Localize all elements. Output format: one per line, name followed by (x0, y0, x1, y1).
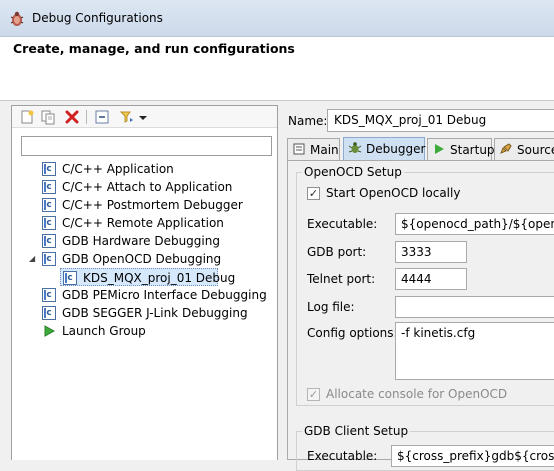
green-launch-icon (44, 325, 56, 337)
filter-input[interactable] (21, 136, 272, 156)
start-openocd-checkbox[interactable]: ✓ (307, 187, 320, 200)
c-config-icon: c (42, 252, 56, 266)
tree-item-kds-mqx-debug[interactable]: c KDS_MQX_proj_01 Debug (60, 268, 235, 286)
header-title: Create, manage, and run configurations (13, 41, 295, 56)
debugger-tab-panel: OpenOCD Setup ✓ Start OpenOCD locally Ex… (287, 160, 554, 471)
source-icon (500, 143, 512, 154)
duplicate-icon[interactable] (40, 109, 56, 125)
c-config-icon: c (42, 216, 56, 230)
executable-label: Executable: (307, 217, 378, 231)
new-configuration-icon[interactable] (19, 109, 35, 125)
delete-icon[interactable] (64, 109, 80, 125)
tab-startup[interactable]: Startup (427, 138, 495, 160)
tree-toolbar (12, 106, 277, 128)
debugger-bug-icon (348, 142, 362, 153)
name-label: Name: (288, 114, 328, 128)
allocate-console-label: Allocate console for OpenOCD (326, 387, 508, 401)
configuration-tabs: Main Debugger Startup Source (287, 137, 554, 161)
gdb-port-label: GDB port: (307, 245, 367, 259)
config-options-label: Config options: (307, 326, 398, 340)
c-config-icon: c (42, 234, 56, 248)
dropdown-arrow-icon[interactable] (138, 109, 148, 125)
c-config-icon: c (42, 198, 56, 212)
tab-debugger[interactable]: Debugger (343, 137, 425, 161)
debug-bug-icon (10, 11, 24, 26)
gdb-port-input[interactable]: 3333 (395, 241, 467, 263)
c-config-icon: c (42, 288, 56, 302)
gdb-client-group-title: GDB Client Setup (302, 424, 411, 438)
gdb-client-executable-input[interactable]: ${cross_prefix}gdb${cross_suffi (391, 445, 554, 467)
startup-run-icon (435, 144, 444, 154)
log-file-input[interactable] (395, 296, 554, 318)
start-openocd-label: Start OpenOCD locally (326, 186, 461, 200)
tab-main[interactable]: Main (287, 138, 340, 160)
toolbar-separator (86, 110, 87, 124)
configuration-name-input[interactable]: KDS_MQX_proj_01 Debug (327, 109, 554, 132)
openocd-group-title: OpenOCD Setup (302, 165, 404, 179)
window-title: Debug Configurations (32, 11, 163, 25)
main-tab-icon (293, 143, 305, 155)
c-config-icon: c (42, 306, 56, 320)
openocd-executable-input[interactable]: ${openocd_path}/${openocd_ (395, 213, 554, 235)
collapse-all-icon[interactable] (94, 109, 110, 125)
collapse-arrow-icon[interactable]: ◢ (29, 254, 39, 264)
c-config-icon: c (63, 271, 77, 285)
configuration-tree-pane: c C/C++ Application c C/C++ Attach to Ap… (11, 105, 278, 460)
tab-source[interactable]: Source (494, 138, 554, 160)
c-config-icon: c (42, 180, 56, 194)
config-options-textarea[interactable]: -f kinetis.cfg (395, 322, 554, 380)
filter-icon[interactable] (119, 109, 135, 125)
title-bar: Debug Configurations (0, 0, 554, 37)
telnet-port-input[interactable]: 4444 (395, 268, 467, 290)
log-file-label: Log file: (307, 300, 355, 314)
telnet-port-label: Telnet port: (307, 272, 376, 286)
gdb-executable-label: Executable: (307, 449, 378, 463)
dialog-header: Create, manage, and run configurations (0, 37, 554, 101)
c-config-icon: c (42, 162, 56, 176)
configuration-editor: Name: KDS_MQX_proj_01 Debug Main Debugge… (283, 105, 554, 471)
allocate-console-checkbox[interactable]: ✓ (307, 388, 320, 401)
